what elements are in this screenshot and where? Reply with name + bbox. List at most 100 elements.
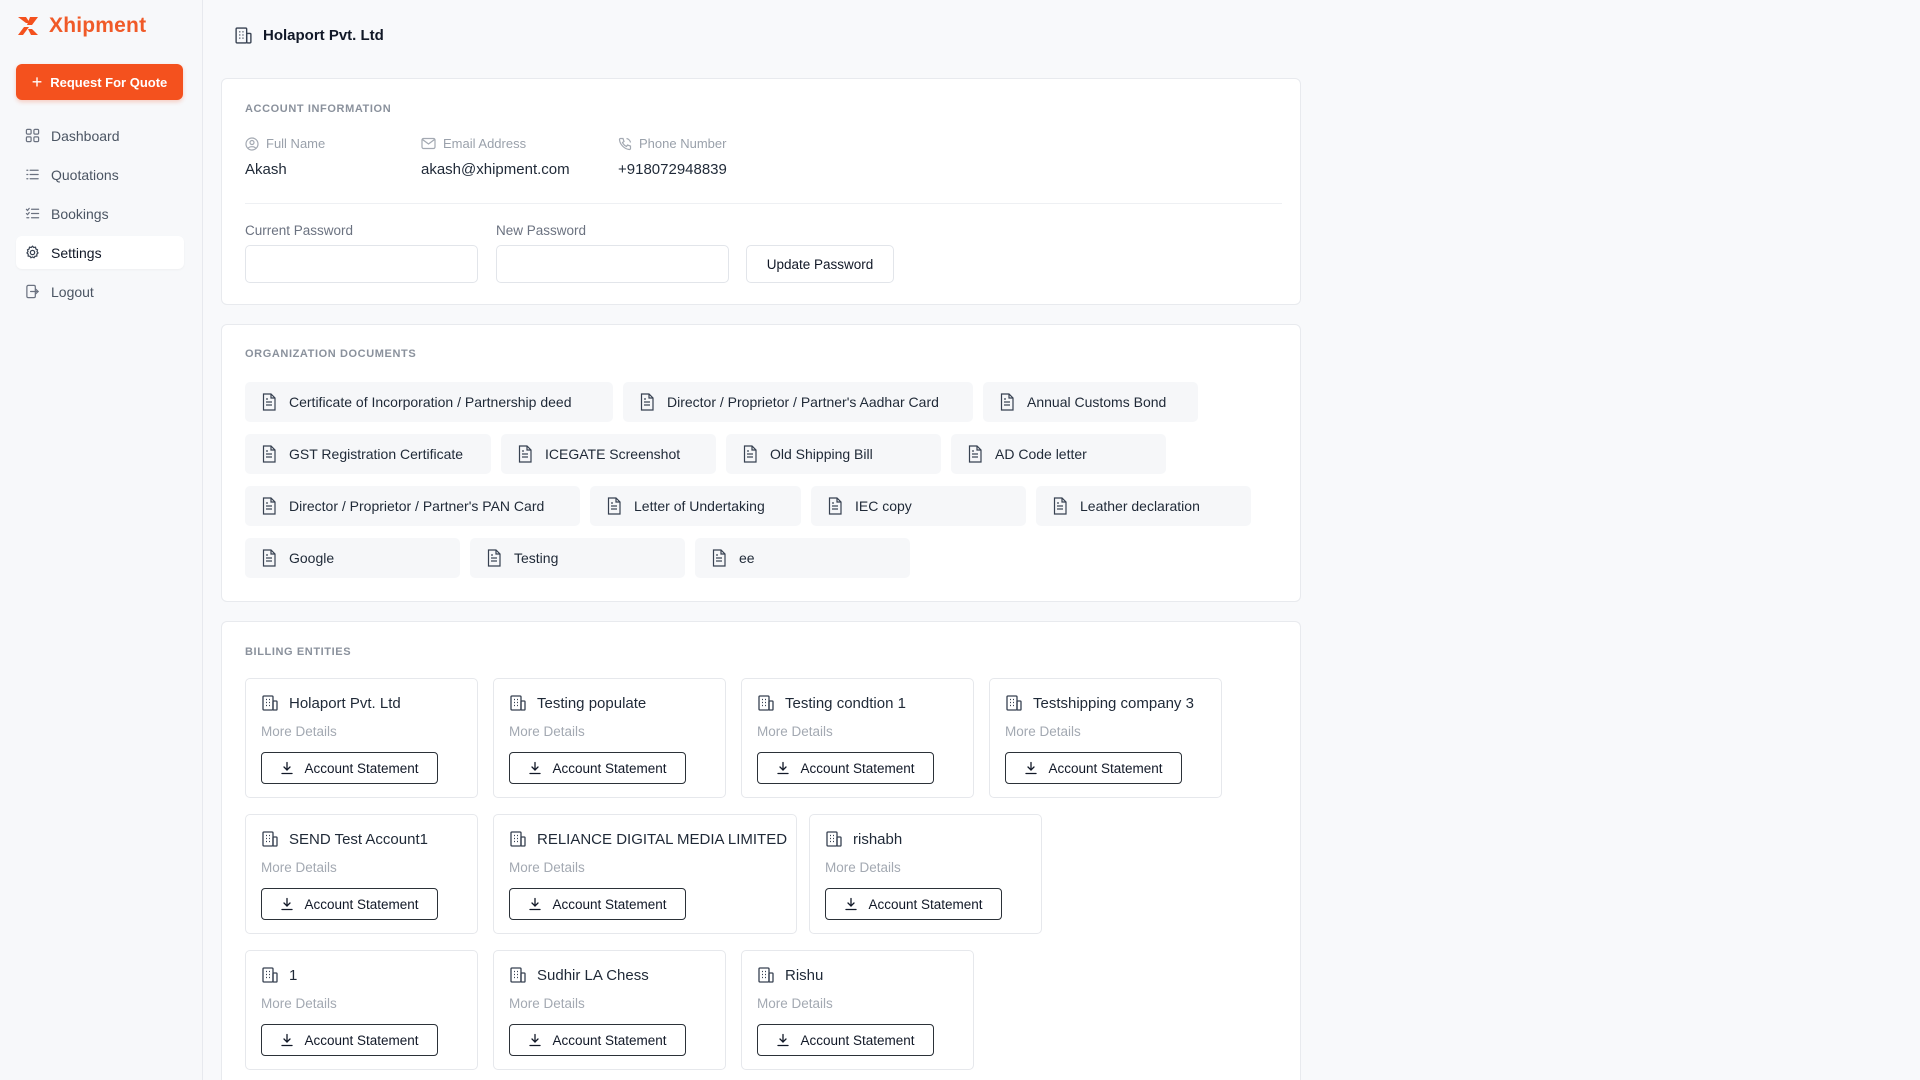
document-icon <box>640 393 654 411</box>
entity-name: Rishu <box>785 966 824 984</box>
document-item[interactable]: IEC copy <box>811 486 1026 526</box>
document-item[interactable]: Certificate of Incorporation / Partnersh… <box>245 382 613 422</box>
request-for-quote-button[interactable]: + Request For Quote <box>16 64 183 100</box>
billing-entity-card: Testing populate More Details Account St… <box>493 678 726 798</box>
document-item[interactable]: Director / Proprietor / Partner's Aadhar… <box>623 382 973 422</box>
document-icon <box>262 549 276 567</box>
sidebar-item-bookings[interactable]: Bookings <box>16 197 184 230</box>
download-icon <box>281 761 294 775</box>
user-circle-icon <box>245 136 259 151</box>
document-item[interactable]: AD Code letter <box>951 434 1166 474</box>
document-icon <box>1000 393 1014 411</box>
account-statement-label: Account Statement <box>868 896 983 912</box>
building-icon <box>826 831 842 847</box>
more-details-link[interactable]: More Details <box>261 860 337 875</box>
billing-entity-card: Testshipping company 3 More Details Acco… <box>989 678 1222 798</box>
sidebar-item-dashboard[interactable]: Dashboard <box>16 119 184 152</box>
email-label: Email Address <box>443 136 527 151</box>
entity-name: SEND Test Account1 <box>289 830 428 848</box>
entity-name: 1 <box>289 966 298 984</box>
account-statement-button[interactable]: Account Statement <box>509 1024 686 1056</box>
more-details-link[interactable]: More Details <box>509 996 585 1011</box>
account-statement-button[interactable]: Account Statement <box>1005 752 1182 784</box>
sidebar-nav: Dashboard Quotations Bookings Settings L… <box>16 119 184 314</box>
document-name: Letter of Undertaking <box>634 498 765 514</box>
more-details-link[interactable]: More Details <box>757 996 833 1011</box>
account-statement-button[interactable]: Account Statement <box>757 752 934 784</box>
document-name: Old Shipping Bill <box>770 446 873 462</box>
download-icon <box>281 1033 294 1047</box>
document-name: ee <box>739 550 755 566</box>
document-icon <box>262 445 276 463</box>
account-statement-label: Account Statement <box>304 760 419 776</box>
billing-entity-card: Sudhir LA Chess More Details Account Sta… <box>493 950 726 1070</box>
document-name: Annual Customs Bond <box>1027 394 1167 410</box>
entity-name: rishabh <box>853 830 903 848</box>
entity-name: Testing condtion 1 <box>785 694 906 712</box>
request-for-quote-label: Request For Quote <box>50 74 168 90</box>
document-item[interactable]: ee <box>695 538 910 578</box>
sidebar-item-logout[interactable]: Logout <box>16 275 184 308</box>
document-item[interactable]: Director / Proprietor / Partner's PAN Ca… <box>245 486 580 526</box>
more-details-link[interactable]: More Details <box>261 996 337 1011</box>
more-details-link[interactable]: More Details <box>509 860 585 875</box>
current-password-label: Current Password <box>245 223 354 238</box>
account-statement-button[interactable]: Account Statement <box>825 888 1002 920</box>
full-name-label: Full Name <box>266 136 326 151</box>
building-icon <box>1006 695 1022 711</box>
checklist-icon <box>25 207 40 219</box>
more-details-link[interactable]: More Details <box>757 724 833 739</box>
document-name: Leather declaration <box>1080 498 1200 514</box>
email-field: Email Address akash@xhipment.com <box>421 136 570 178</box>
document-item[interactable]: Google <box>245 538 460 578</box>
account-statement-label: Account Statement <box>304 896 419 912</box>
download-icon <box>777 1033 790 1047</box>
more-details-link[interactable]: More Details <box>825 860 901 875</box>
document-item[interactable]: Testing <box>470 538 685 578</box>
account-statement-button[interactable]: Account Statement <box>757 1024 934 1056</box>
account-statement-button[interactable]: Account Statement <box>261 1024 438 1056</box>
brand-logo[interactable]: Xhipment <box>15 14 146 38</box>
page-header: Holaport Pvt. Ltd <box>234 26 384 45</box>
building-icon <box>758 967 774 983</box>
entity-name: Testshipping company 3 <box>1033 694 1194 712</box>
document-item[interactable]: Leather declaration <box>1036 486 1251 526</box>
brand-name: Xhipment <box>49 14 147 37</box>
new-password-input[interactable] <box>496 245 729 283</box>
account-statement-label: Account Statement <box>552 896 667 912</box>
document-item[interactable]: GST Registration Certificate <box>245 434 491 474</box>
billing-entity-card: RELIANCE DIGITAL MEDIA LIMITED More Deta… <box>493 814 797 934</box>
account-statement-label: Account Statement <box>552 1032 667 1048</box>
logout-icon <box>26 284 39 299</box>
account-statement-button[interactable]: Account Statement <box>509 888 686 920</box>
billing-entity-card: rishabh More Details Account Statement <box>809 814 1042 934</box>
download-icon <box>529 1033 542 1047</box>
download-icon <box>529 897 542 911</box>
current-password-input[interactable] <box>245 245 478 283</box>
document-icon <box>487 549 501 567</box>
more-details-link[interactable]: More Details <box>509 724 585 739</box>
document-item[interactable]: Letter of Undertaking <box>590 486 801 526</box>
document-item[interactable]: ICEGATE Screenshot <box>501 434 716 474</box>
document-icon <box>1053 497 1067 515</box>
document-item[interactable]: Annual Customs Bond <box>983 382 1198 422</box>
more-details-link[interactable]: More Details <box>1005 724 1081 739</box>
download-icon <box>777 761 790 775</box>
sidebar-item-label: Quotations <box>51 166 119 183</box>
more-details-link[interactable]: More Details <box>261 724 337 739</box>
account-statement-button[interactable]: Account Statement <box>261 888 438 920</box>
phone-icon <box>618 137 632 150</box>
billing-entities-card: BILLING ENTITIES Holaport Pvt. Ltd More … <box>221 621 1301 1080</box>
account-statement-button[interactable]: Account Statement <box>509 752 686 784</box>
sidebar-item-label: Bookings <box>51 205 109 222</box>
document-item[interactable]: Old Shipping Bill <box>726 434 941 474</box>
sidebar-item-label: Settings <box>51 244 102 261</box>
building-icon <box>262 831 278 847</box>
account-statement-button[interactable]: Account Statement <box>261 752 438 784</box>
account-statement-label: Account Statement <box>1048 760 1163 776</box>
sidebar-item-quotations[interactable]: Quotations <box>16 158 184 191</box>
page-title: Holaport Pvt. Ltd <box>263 27 384 44</box>
document-icon <box>743 445 757 463</box>
sidebar-item-settings[interactable]: Settings <box>16 236 184 269</box>
update-password-button[interactable]: Update Password <box>746 245 894 283</box>
